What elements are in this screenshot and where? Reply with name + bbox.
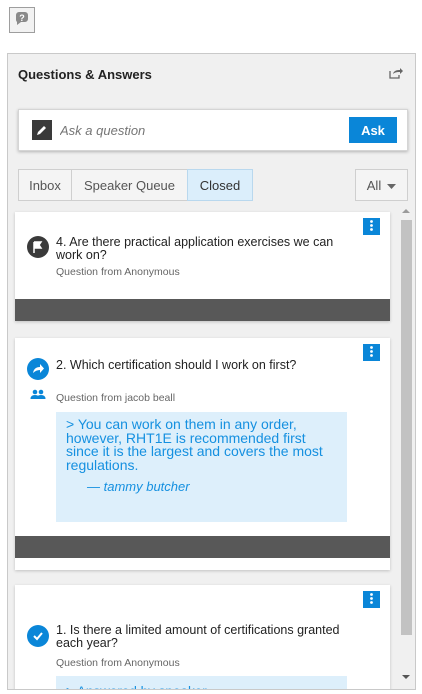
- question-tabs: Inbox Speaker Queue Closed: [18, 169, 253, 201]
- pencil-icon: [32, 120, 52, 140]
- tab-closed[interactable]: Closed: [187, 169, 253, 201]
- chat-help-icon: ?: [13, 9, 31, 32]
- check-circle-icon: [27, 625, 49, 647]
- filter-value: All: [366, 177, 382, 193]
- answered-by-speaker-link[interactable]: > Answered by speaker: [56, 676, 347, 689]
- popout-icon[interactable]: [389, 67, 403, 82]
- question-author: Question from Anonymous: [56, 657, 180, 669]
- question-list: 4. Are there practical application exerc…: [8, 206, 398, 689]
- group-icon: [30, 386, 46, 404]
- qa-panel: Questions & Answers Ask Inbox Speaker Qu…: [7, 53, 416, 690]
- question-card: 4. Are there practical application exerc…: [15, 212, 390, 321]
- question-text: 1. Is there a limited amount of certific…: [56, 623, 340, 650]
- question-menu-button[interactable]: [363, 591, 380, 608]
- tab-speaker-queue[interactable]: Speaker Queue: [71, 169, 188, 201]
- question-author: Question from jacob beall: [56, 392, 176, 404]
- caret-down-icon: [387, 178, 397, 193]
- question-text: 4. Are there practical application exerc…: [56, 235, 334, 262]
- scrollbar[interactable]: [398, 206, 414, 689]
- panel-header: Questions & Answers: [8, 54, 415, 94]
- answer-box: > You can work on them in any order, how…: [56, 412, 347, 522]
- filter-dropdown[interactable]: All: [355, 169, 408, 201]
- question-card: 2. Which certification should I work on …: [15, 338, 390, 570]
- tab-inbox[interactable]: Inbox: [18, 169, 72, 201]
- card-footer-bar: [15, 299, 390, 321]
- more-vertical-icon: [370, 218, 373, 236]
- flag-icon: [27, 236, 49, 258]
- ask-question-input[interactable]: [58, 121, 349, 139]
- svg-text:?: ?: [19, 13, 25, 23]
- scroll-down-arrow-icon[interactable]: [402, 675, 410, 679]
- scroll-thumb[interactable]: [401, 220, 412, 635]
- question-menu-button[interactable]: [363, 344, 380, 361]
- help-chat-button[interactable]: ?: [9, 7, 35, 33]
- ask-question-box: Ask: [18, 109, 408, 151]
- question-menu-button[interactable]: [363, 218, 380, 235]
- more-vertical-icon: [370, 344, 373, 362]
- more-vertical-icon: [370, 591, 373, 609]
- answer-author: — tammy butcher: [87, 479, 190, 494]
- answer-text: > You can work on them in any order, how…: [66, 416, 323, 473]
- question-card: 1. Is there a limited amount of certific…: [15, 585, 390, 689]
- question-text: 2. Which certification should I work on …: [56, 358, 297, 372]
- panel-title: Questions & Answers: [18, 66, 152, 82]
- scroll-up-arrow-icon[interactable]: [402, 209, 410, 213]
- question-author: Question from Anonymous: [56, 266, 180, 278]
- ask-button[interactable]: Ask: [349, 117, 397, 143]
- forward-arrow-icon: [27, 358, 49, 380]
- card-footer-bar: [15, 536, 390, 558]
